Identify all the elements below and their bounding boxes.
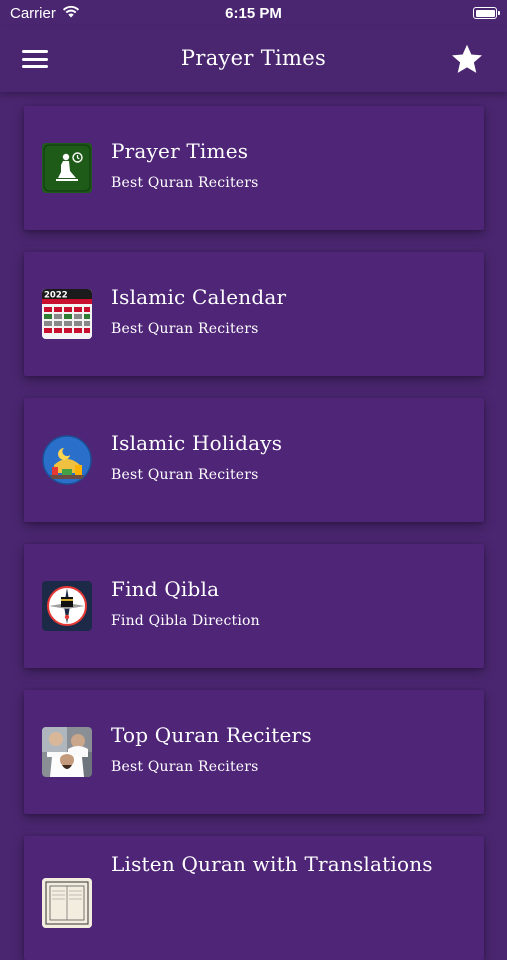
star-icon[interactable] <box>449 42 485 78</box>
item-title: Islamic Holidays <box>111 431 283 455</box>
quran-reciter-icon <box>42 727 92 777</box>
hamburger-menu-icon[interactable] <box>22 50 48 70</box>
list-item-islamic-calendar[interactable]: 2022 Islamic Calendar Best Quran Reciter… <box>24 252 484 376</box>
list-item-prayer-times[interactable]: Prayer Times Best Quran Reciters <box>24 106 484 230</box>
page-title: Prayer Times <box>180 46 327 70</box>
item-title: Top Quran Reciters <box>111 723 312 747</box>
list-item-top-quran-reciters[interactable]: Top Quran Reciters Best Quran Reciters <box>24 690 484 814</box>
list-item-find-qibla[interactable]: Find Qibla Find Qibla Direction <box>24 544 484 668</box>
prayer-times-icon <box>42 143 92 193</box>
item-subtitle: Best Quran Reciters <box>111 759 259 775</box>
islamic-holidays-icon <box>42 435 92 485</box>
list-item-listen-quran-translations[interactable]: Listen Quran with Translations <box>24 836 484 960</box>
item-title: Find Qibla <box>111 577 220 601</box>
item-subtitle: Best Quran Reciters <box>111 321 259 337</box>
item-title: Prayer Times <box>111 139 249 163</box>
status-bar: Carrier 6:15 PM <box>0 0 507 28</box>
item-subtitle: Best Quran Reciters <box>111 175 259 191</box>
item-title: Islamic Calendar <box>111 285 287 309</box>
item-title: Listen Quran with Translations <box>111 852 433 876</box>
item-subtitle: Best Quran Reciters <box>111 467 259 483</box>
qibla-compass-icon <box>42 581 92 631</box>
item-subtitle: Find Qibla Direction <box>111 613 260 629</box>
battery-icon <box>473 7 500 19</box>
list-item-islamic-holidays[interactable]: Islamic Holidays Best Quran Reciters <box>24 398 484 522</box>
nav-bar: Prayer Times <box>0 28 507 92</box>
islamic-calendar-icon: 2022 <box>42 289 92 339</box>
quran-book-icon <box>42 878 92 928</box>
status-time: 6:15 PM <box>225 5 282 22</box>
